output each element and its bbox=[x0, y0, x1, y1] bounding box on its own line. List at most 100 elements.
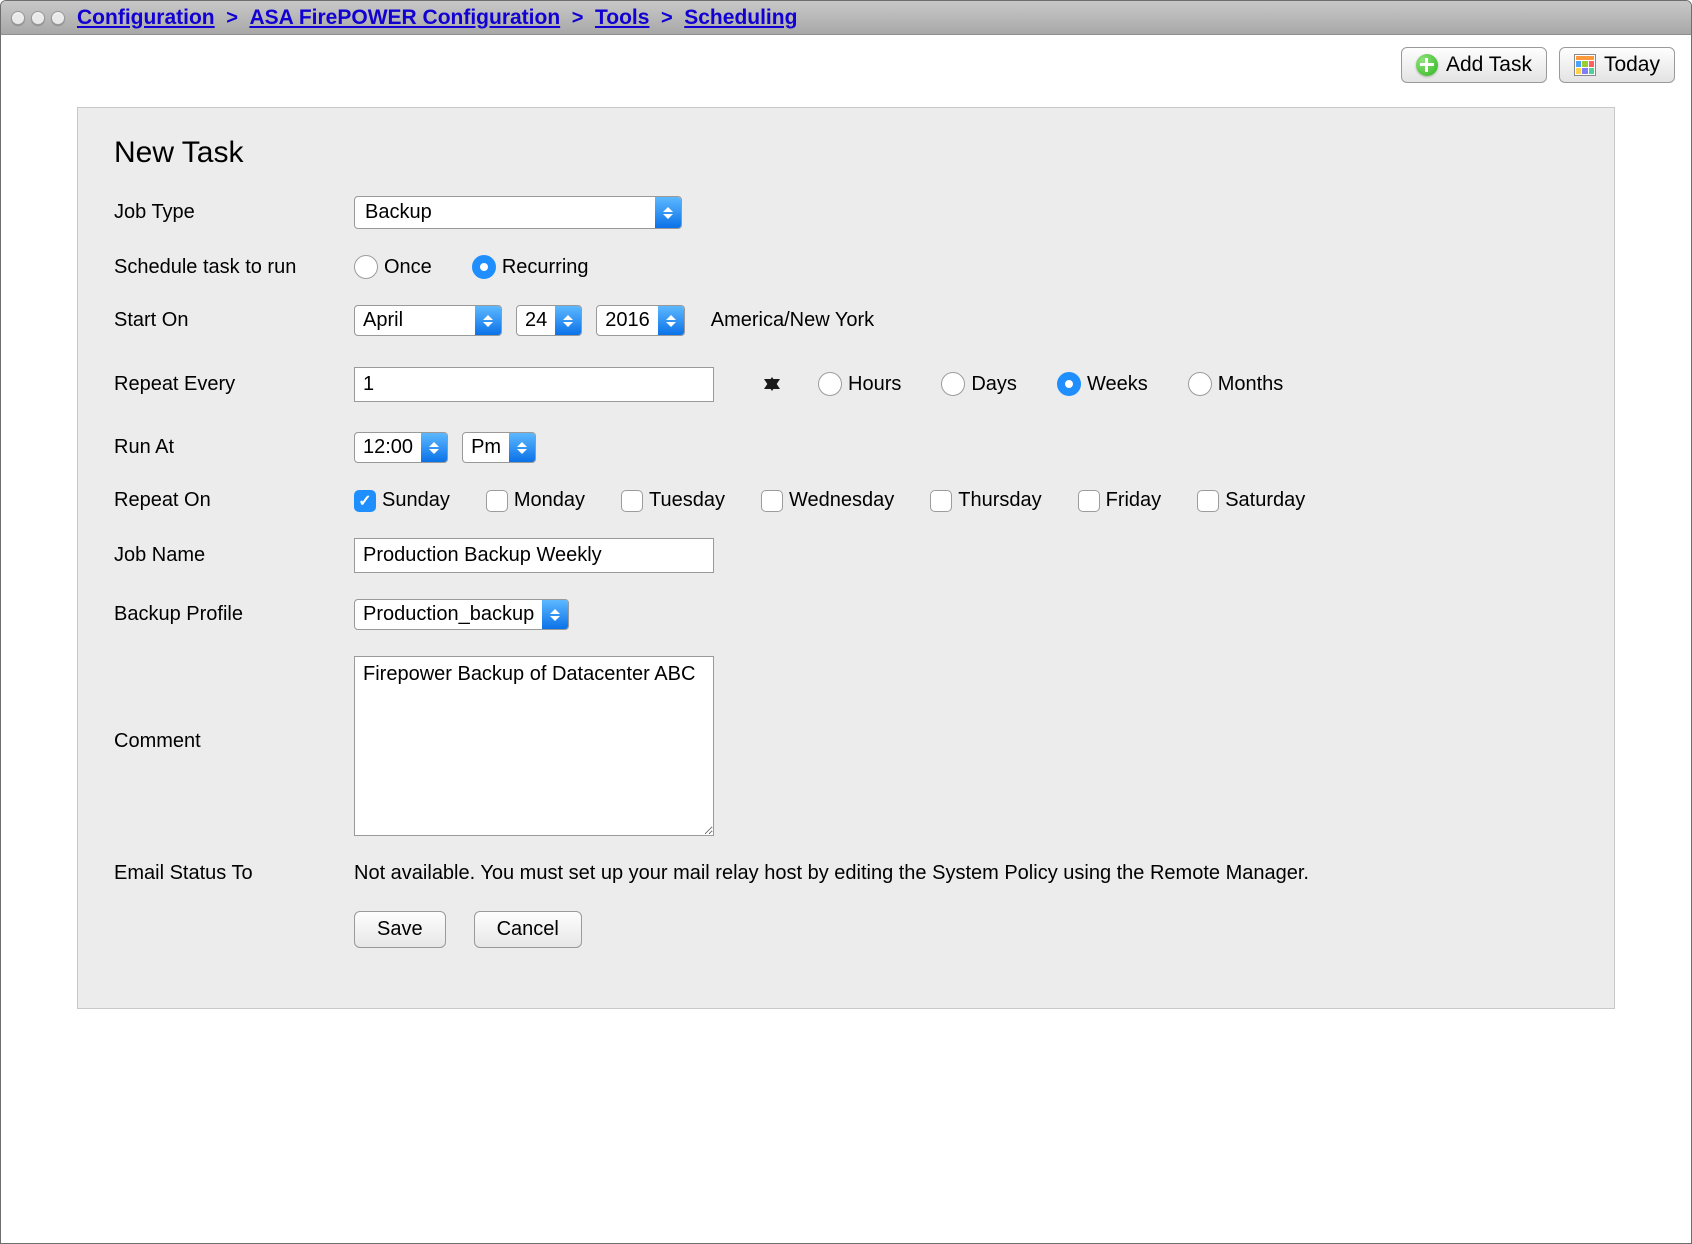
spinner-down-button[interactable] bbox=[764, 391, 780, 406]
breadcrumb-configuration[interactable]: Configuration bbox=[77, 6, 215, 29]
start-month-select[interactable]: April bbox=[354, 305, 502, 336]
window-zoom-dot[interactable] bbox=[51, 11, 65, 25]
day-friday-option[interactable]: Friday bbox=[1078, 489, 1162, 512]
repeat-every-spinner bbox=[764, 362, 780, 406]
save-button[interactable]: Save bbox=[354, 911, 446, 948]
new-task-panel: New Task Job Type Backup Schedule task t… bbox=[77, 107, 1615, 1009]
row-job-type: Job Type Backup bbox=[114, 196, 1578, 229]
row-start-on: Start On April 24 2016 America/New York bbox=[114, 305, 1578, 336]
checkbox-friday[interactable] bbox=[1078, 490, 1100, 512]
label-run-at: Run At bbox=[114, 436, 354, 459]
chevron-updown-icon bbox=[509, 433, 535, 462]
plus-icon bbox=[1416, 54, 1438, 76]
breadcrumb-sep: > bbox=[226, 7, 238, 29]
checkbox-monday[interactable] bbox=[486, 490, 508, 512]
unit-days-label: Days bbox=[971, 373, 1017, 396]
breadcrumb-asa-firepower-configuration[interactable]: ASA FirePOWER Configuration bbox=[249, 6, 560, 29]
top-button-row: Add Task Today bbox=[17, 47, 1675, 83]
unit-hours-label: Hours bbox=[848, 373, 901, 396]
day-sunday-option[interactable]: Sunday bbox=[354, 489, 450, 512]
day-tuesday-option[interactable]: Tuesday bbox=[621, 489, 725, 512]
backup-profile-value: Production_backup bbox=[355, 600, 542, 629]
unit-hours-option[interactable]: Hours bbox=[818, 372, 901, 396]
row-comment: Comment bbox=[114, 656, 1578, 836]
radio-months[interactable] bbox=[1188, 372, 1212, 396]
row-actions: Save Cancel bbox=[114, 911, 1578, 948]
add-task-button[interactable]: Add Task bbox=[1401, 47, 1547, 83]
run-at-time-select[interactable]: 12:00 bbox=[354, 432, 448, 463]
checkbox-wednesday[interactable] bbox=[761, 490, 783, 512]
today-label: Today bbox=[1604, 53, 1660, 77]
unit-months-label: Months bbox=[1218, 373, 1284, 396]
start-day-value: 24 bbox=[517, 306, 555, 335]
day-saturday-option[interactable]: Saturday bbox=[1197, 489, 1305, 512]
row-job-name: Job Name bbox=[114, 538, 1578, 573]
label-backup-profile: Backup Profile bbox=[114, 603, 354, 626]
day-thursday-label: Thursday bbox=[958, 489, 1041, 512]
unit-months-option[interactable]: Months bbox=[1188, 372, 1284, 396]
checkbox-sunday[interactable] bbox=[354, 490, 376, 512]
spinner-up-button[interactable] bbox=[764, 362, 780, 377]
radio-weeks[interactable] bbox=[1057, 372, 1081, 396]
day-tuesday-label: Tuesday bbox=[649, 489, 725, 512]
calendar-icon bbox=[1574, 54, 1596, 76]
window-frame: Configuration > ASA FirePOWER Configurat… bbox=[0, 0, 1692, 1244]
radio-recurring[interactable] bbox=[472, 255, 496, 279]
content-area: Add Task Today New Task Job Type Backup bbox=[1, 35, 1691, 1009]
schedule-recurring-option[interactable]: Recurring bbox=[472, 255, 589, 279]
radio-once[interactable] bbox=[354, 255, 378, 279]
breadcrumb-sep: > bbox=[661, 7, 673, 29]
window-minimize-dot[interactable] bbox=[31, 11, 45, 25]
schedule-once-option[interactable]: Once bbox=[354, 255, 432, 279]
chevron-updown-icon bbox=[542, 600, 568, 629]
titlebar: Configuration > ASA FirePOWER Configurat… bbox=[1, 1, 1691, 35]
chevron-updown-icon bbox=[475, 306, 501, 335]
day-saturday-label: Saturday bbox=[1225, 489, 1305, 512]
checkbox-thursday[interactable] bbox=[930, 490, 952, 512]
schedule-once-label: Once bbox=[384, 256, 432, 279]
row-run-at: Run At 12:00 Pm bbox=[114, 432, 1578, 463]
window-close-dot[interactable] bbox=[11, 11, 25, 25]
checkbox-tuesday[interactable] bbox=[621, 490, 643, 512]
row-repeat-on: Repeat On Sunday Monday Tuesday bbox=[114, 489, 1578, 512]
start-day-select[interactable]: 24 bbox=[516, 305, 582, 336]
comment-input[interactable] bbox=[354, 656, 714, 836]
label-comment: Comment bbox=[114, 656, 354, 753]
label-email-status: Email Status To bbox=[114, 862, 354, 885]
start-year-select[interactable]: 2016 bbox=[596, 305, 685, 336]
row-backup-profile: Backup Profile Production_backup bbox=[114, 599, 1578, 630]
row-repeat-every: Repeat Every Hours Days bbox=[114, 362, 1578, 406]
start-year-value: 2016 bbox=[597, 306, 658, 335]
chevron-updown-icon bbox=[658, 306, 684, 335]
cancel-button[interactable]: Cancel bbox=[474, 911, 582, 948]
timezone-text: America/New York bbox=[711, 309, 874, 332]
label-start-on: Start On bbox=[114, 309, 354, 332]
backup-profile-select[interactable]: Production_backup bbox=[354, 599, 569, 630]
radio-days[interactable] bbox=[941, 372, 965, 396]
start-month-value: April bbox=[355, 306, 475, 335]
chevron-updown-icon bbox=[555, 306, 581, 335]
radio-hours[interactable] bbox=[818, 372, 842, 396]
label-job-type: Job Type bbox=[114, 201, 354, 224]
repeat-every-input[interactable] bbox=[354, 367, 714, 402]
day-thursday-option[interactable]: Thursday bbox=[930, 489, 1041, 512]
unit-days-option[interactable]: Days bbox=[941, 372, 1017, 396]
breadcrumb: Configuration > ASA FirePOWER Configurat… bbox=[77, 6, 797, 30]
row-schedule: Schedule task to run Once Recurring bbox=[114, 255, 1578, 279]
label-repeat-on: Repeat On bbox=[114, 489, 354, 512]
run-at-time-value: 12:00 bbox=[355, 433, 421, 462]
checkbox-saturday[interactable] bbox=[1197, 490, 1219, 512]
chevron-updown-icon bbox=[421, 433, 447, 462]
unit-weeks-option[interactable]: Weeks bbox=[1057, 372, 1148, 396]
chevron-down-icon bbox=[764, 379, 780, 406]
breadcrumb-scheduling[interactable]: Scheduling bbox=[684, 6, 797, 29]
email-status-text: Not available. You must set up your mail… bbox=[354, 862, 1309, 885]
day-monday-option[interactable]: Monday bbox=[486, 489, 585, 512]
job-type-value: Backup bbox=[355, 197, 655, 228]
run-at-ampm-select[interactable]: Pm bbox=[462, 432, 536, 463]
job-type-select[interactable]: Backup bbox=[354, 196, 682, 229]
job-name-input[interactable] bbox=[354, 538, 714, 573]
breadcrumb-tools[interactable]: Tools bbox=[595, 6, 649, 29]
day-wednesday-option[interactable]: Wednesday bbox=[761, 489, 894, 512]
today-button[interactable]: Today bbox=[1559, 47, 1675, 83]
